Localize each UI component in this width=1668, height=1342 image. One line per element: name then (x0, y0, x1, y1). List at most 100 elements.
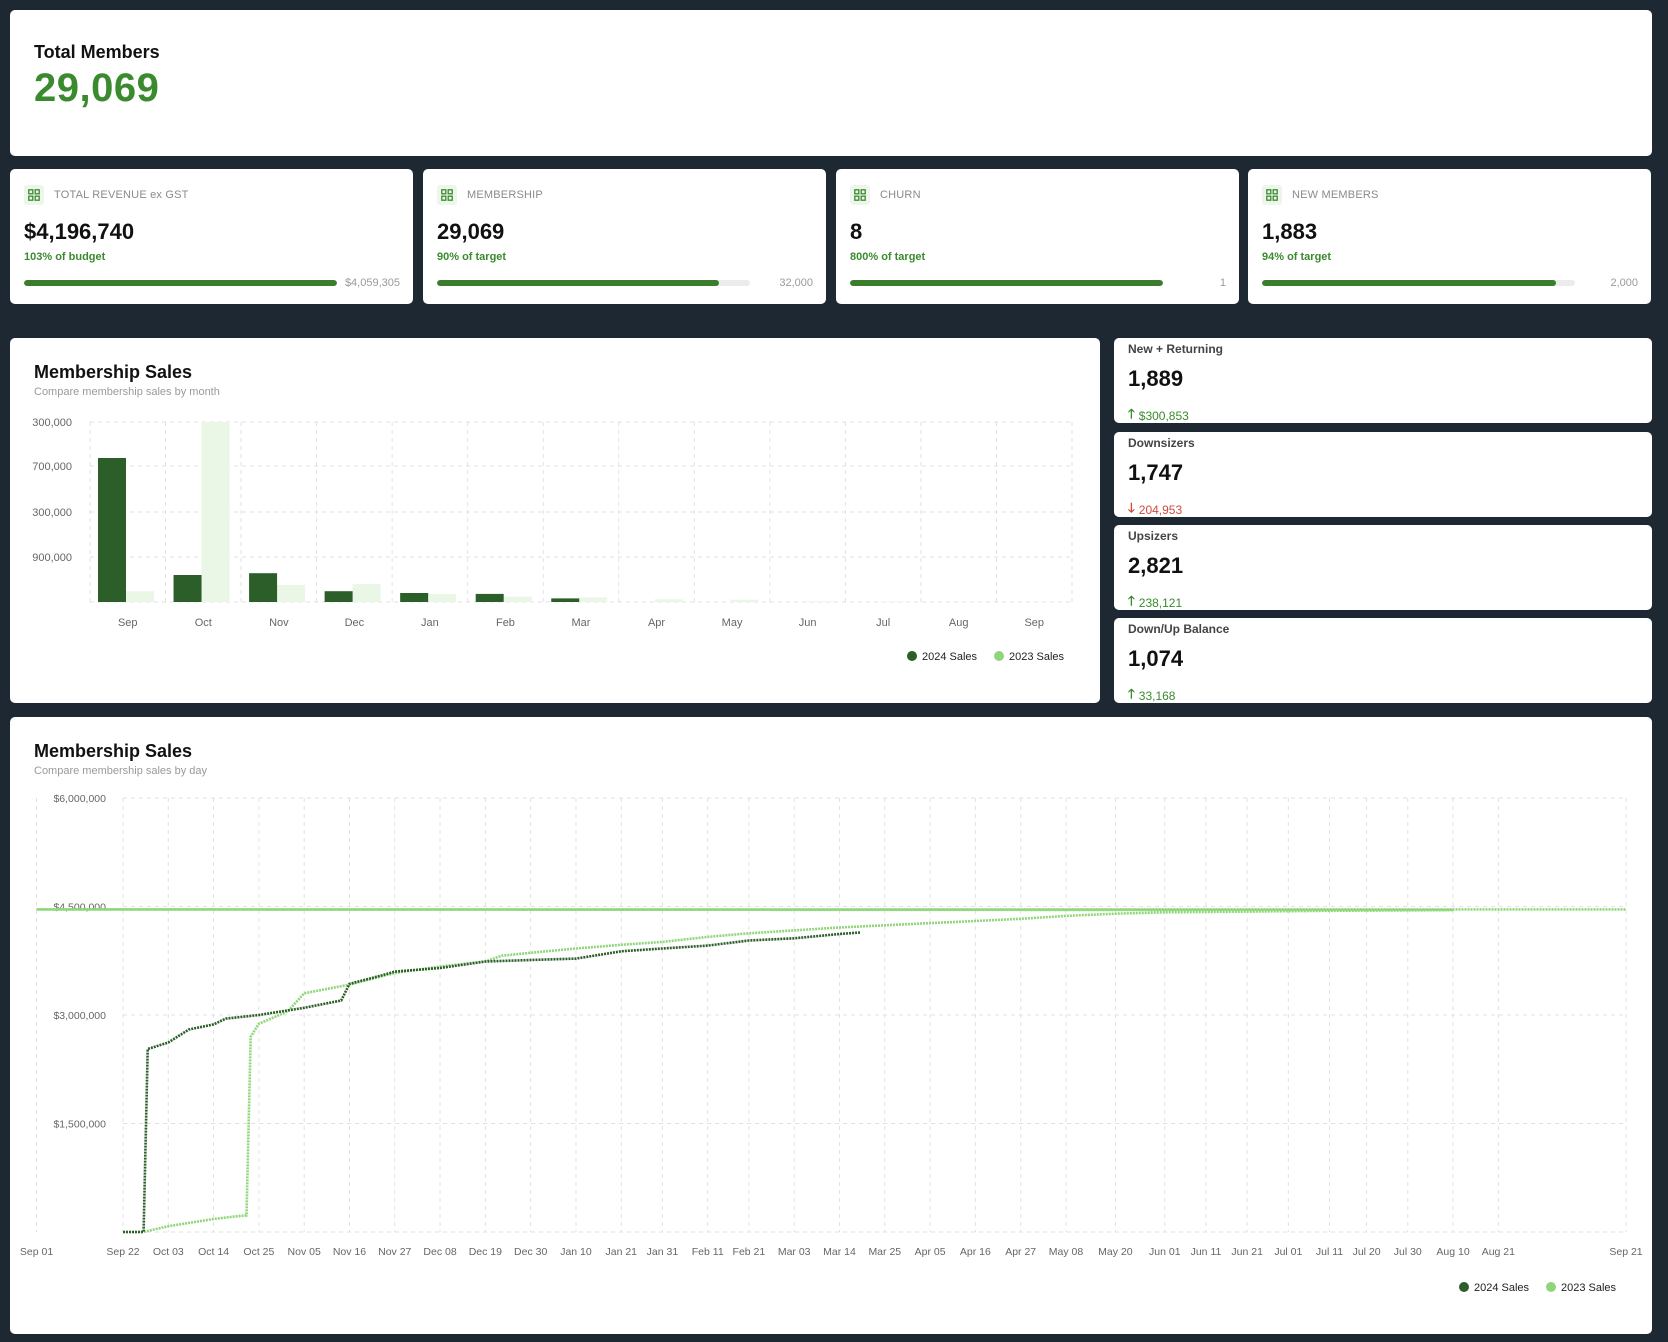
x-tick-label: Oct 14 (198, 1246, 229, 1258)
arrow-up-icon: 🡑 (1128, 406, 1135, 421)
bar-2023 (503, 596, 532, 602)
kpi-title: MEMBERSHIP (467, 189, 543, 201)
x-tick-label: Apr (648, 617, 665, 629)
kpi-card-new-members: NEW MEMBERS 1,883 94% of target 2,000 (1248, 169, 1651, 304)
arrow-up-icon: 🡑 (1128, 593, 1135, 608)
stat-title: New + Returning (1128, 342, 1224, 356)
x-tick-label: May 20 (1098, 1246, 1133, 1258)
x-tick-label: Nov 27 (378, 1246, 411, 1258)
x-tick-label: Jun 01 (1149, 1246, 1181, 1258)
x-tick-label: Apr 27 (1005, 1246, 1036, 1258)
bar-2023 (428, 593, 457, 602)
bar-2023 (352, 584, 381, 602)
monthly-sales-chart-card: Membership Sales Compare membership sale… (10, 338, 1100, 703)
x-tick-label: Jul 30 (1394, 1246, 1422, 1258)
x-tick-label: Sep (1024, 617, 1044, 629)
grid-icon (1262, 185, 1282, 205)
series-line-2023 (36, 908, 1626, 1234)
y-tick-label: 300,000 (32, 507, 72, 519)
series-line-2024 (123, 931, 861, 1234)
kpi-title: NEW MEMBERS (1292, 189, 1379, 201)
x-tick-label: May (722, 617, 743, 629)
x-tick-label: Jan 31 (647, 1246, 679, 1258)
x-tick-label: Nov (269, 617, 289, 629)
x-tick-label: Jun 11 (1191, 1246, 1222, 1258)
x-tick-label: Jul 20 (1353, 1246, 1381, 1258)
y-tick-label: $1,500,000 (53, 1119, 106, 1131)
legend-label-2023: 2023 Sales (1561, 1282, 1617, 1294)
kpi-subtext: 90% of target (437, 251, 507, 263)
kpi-value: $4,196,740 (24, 219, 135, 244)
stat-value: 1,074 (1128, 646, 1184, 671)
x-tick-label: Sep 22 (106, 1246, 139, 1258)
kpi-subtext: 94% of target (1262, 251, 1332, 263)
x-tick-label: Aug 21 (1482, 1246, 1515, 1258)
grid-icon (850, 185, 870, 205)
x-tick-label: Apr 05 (915, 1246, 946, 1258)
kpi-progress-fill (437, 280, 719, 286)
stat-delta: 🡑 $300,853 (1128, 405, 1189, 423)
y-tick-label: $4,500,000 (53, 902, 106, 914)
x-tick-label: Dec 30 (514, 1246, 547, 1258)
x-tick-label: Feb 11 (692, 1246, 724, 1258)
grid-icon (24, 185, 44, 205)
x-tick-label: Apr 16 (960, 1246, 991, 1258)
kpi-progress-fill (850, 280, 1163, 286)
bar-2024 (249, 573, 278, 602)
bar-2023 (654, 599, 683, 602)
x-tick-label: Mar 03 (778, 1246, 811, 1258)
x-tick-label: Sep (118, 617, 138, 629)
legend-label-2024: 2024 Sales (922, 651, 978, 663)
x-tick-label: Mar (572, 617, 591, 629)
kpi-card-churn: CHURN 8 800% of target 1 (836, 169, 1239, 304)
stat-delta-value: 33,168 (1138, 689, 1176, 703)
kpi-progress-track (437, 280, 750, 286)
x-tick-label: Jan 10 (560, 1246, 592, 1258)
stat-value: 2,821 (1128, 553, 1184, 578)
y-tick-label: 700,000 (32, 461, 72, 473)
kpi-progress-fill (1262, 280, 1557, 286)
stat-value: 1,889 (1128, 366, 1184, 391)
legend-label-2023: 2023 Sales (1009, 651, 1065, 663)
stat-delta: 🡑 238,121 (1128, 592, 1182, 610)
kpi-progress-track (24, 280, 337, 286)
x-tick-label: Jun 21 (1231, 1246, 1263, 1258)
bar-2023 (277, 584, 306, 602)
kpi-value: 8 (850, 219, 863, 244)
x-tick-label: Jan 21 (605, 1246, 637, 1258)
bar-2023 (201, 422, 230, 602)
legend-swatch-2024 (1459, 1282, 1469, 1292)
x-tick-label: Jul (876, 617, 890, 629)
kpi-progress-fill (24, 280, 337, 286)
x-tick-label: Feb (496, 617, 515, 629)
kpi-target: 32,000 (779, 277, 813, 289)
stat-delta-value: $300,853 (1138, 409, 1189, 423)
kpi-progress-track (1262, 280, 1575, 286)
stat-delta-value: 204,953 (1138, 503, 1183, 517)
bar-2023 (805, 601, 834, 602)
y-tick-label: 900,000 (32, 552, 72, 564)
stat-delta: 🡑 33,168 (1128, 685, 1175, 703)
stat-delta-value: 238,121 (1138, 596, 1183, 610)
y-tick-label: $3,000,000 (53, 1010, 106, 1022)
kpi-target: 2,000 (1610, 277, 1638, 289)
x-tick-label: Dec 08 (423, 1246, 456, 1258)
bar-2024 (551, 598, 580, 602)
kpi-value: 1,883 (1262, 219, 1318, 244)
bar-2023 (881, 601, 910, 602)
bar-2023 (579, 597, 608, 602)
bar-2024 (324, 591, 353, 602)
x-tick-label: Sep 21 (1609, 1246, 1642, 1258)
x-tick-label: Sep 01 (20, 1246, 53, 1258)
x-tick-label: Oct (195, 617, 212, 629)
kpi-card-membership: MEMBERSHIP 29,069 90% of target 32,000 (423, 169, 826, 304)
x-tick-label: Jun (799, 617, 817, 629)
x-tick-label: Aug (949, 617, 969, 629)
x-tick-label: Jan (421, 617, 439, 629)
arrow-up-icon: 🡑 (1128, 686, 1135, 701)
legend-label-2024: 2024 Sales (1474, 1282, 1530, 1294)
x-tick-label: Dec 19 (469, 1246, 502, 1258)
stat-card-upsizers: Upsizers 2,821 🡑 238,121 (1114, 525, 1652, 610)
kpi-target: 1 (1219, 277, 1226, 289)
grid-icon (437, 185, 457, 205)
